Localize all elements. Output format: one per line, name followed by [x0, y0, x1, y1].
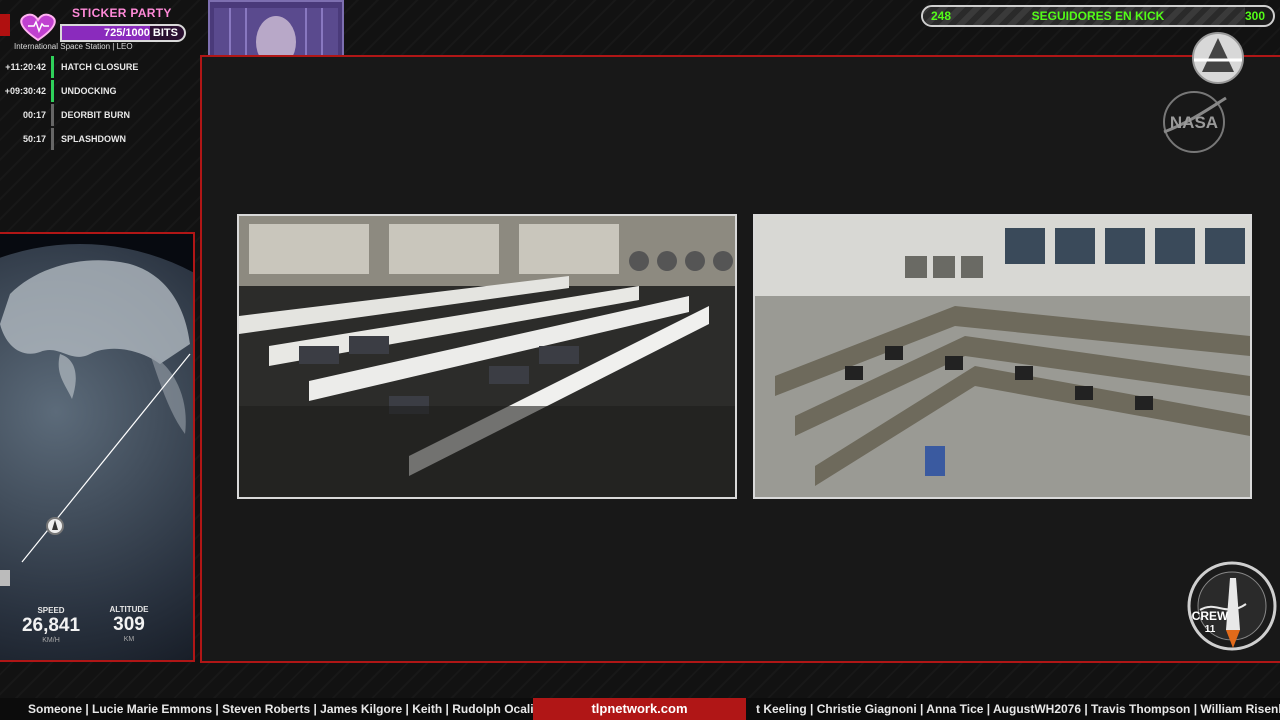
kick-followers-goal: 248 SEGUIDORES EN KICK 300	[921, 5, 1275, 27]
mission-control-feed-left	[237, 214, 737, 499]
tlp-logo-icon	[1192, 32, 1244, 84]
nasa-logo: NASA	[1160, 88, 1230, 154]
mission-control-feed-right	[753, 214, 1252, 499]
timeline-time: +09:30:42	[4, 86, 46, 96]
site-url-link[interactable]: tlpnetwork.com	[533, 698, 746, 720]
timeline-event: SPLASHDOWN	[61, 134, 126, 144]
sticker-party-title: STICKER PARTY	[72, 6, 172, 20]
timeline-status-marker	[51, 80, 54, 102]
orbit-subtitle: International Space Station | LEO	[14, 42, 133, 51]
kick-goal-label: SEGUIDORES EN KICK	[1031, 9, 1165, 23]
timeline-status-marker	[51, 128, 54, 150]
kick-end-count: 300	[1244, 9, 1265, 23]
timeline-event: DEORBIT BURN	[61, 110, 130, 120]
supporters-ticker: Someone | Lucie Marie Emmons | Steven Ro…	[0, 698, 1280, 720]
nasa-meatball-icon: NASA	[1163, 91, 1227, 153]
speed-stat: SPEED 26,841 KM/H	[14, 606, 88, 644]
crew-11-patch: CREW 11	[1186, 560, 1278, 652]
altitude-unit: KM	[123, 636, 135, 643]
bits-progress-bar: 725/1000 BITS	[60, 24, 186, 42]
ticker-names-right: t Keeling | Christie Giagnoni | Anna Tic…	[756, 702, 1280, 716]
altitude-stat: ALTITUDE 309 KM	[96, 605, 162, 643]
crew-number: 11	[1205, 624, 1216, 635]
timeline-row: +11:20:42 HATCH CLOSURE	[0, 56, 190, 80]
timeline-row: +09:30:42 UNDOCKING	[0, 80, 190, 104]
altitude-label: ALTITUDE	[109, 605, 149, 614]
timeline-status-marker	[51, 104, 54, 126]
speed-value: 26,841	[21, 615, 81, 636]
ticker-names-left: Someone | Lucie Marie Emmons | Steven Ro…	[28, 702, 541, 716]
bits-count: 725/1000 BITS	[104, 27, 178, 39]
speed-label: SPEED	[37, 606, 65, 615]
mission-control-image-left	[239, 216, 735, 497]
timeline-time: +11:20:42	[5, 62, 46, 72]
earth-globe	[0, 244, 193, 660]
mission-control-image-right	[755, 216, 1250, 497]
nasa-text: NASA	[1170, 113, 1218, 132]
mission-timeline: +11:20:42 HATCH CLOSURE +09:30:42 UNDOCKING…	[0, 56, 190, 152]
orbit-tracker-panel: SPEED 26,841 KM/H ALTITUDE 309 KM	[0, 232, 195, 662]
sticker-party-widget: STICKER PARTY 725/1000 BITS Internationa…	[8, 4, 186, 51]
timeline-event: UNDOCKING	[61, 86, 117, 96]
timeline-row: 00:17 DEORBIT BURN	[0, 104, 190, 128]
timeline-time: 00:17	[22, 110, 46, 120]
timeline-time: 50:17	[22, 134, 46, 144]
timeline-row: 50:17 SPLASHDOWN	[0, 128, 190, 152]
heart-icon	[20, 13, 56, 42]
speed-unit: KM/H	[42, 637, 60, 644]
crew-patch-icon: CREW 11	[1187, 561, 1277, 651]
timeline-event: HATCH CLOSURE	[61, 62, 139, 72]
altitude-value: 309	[113, 614, 145, 635]
crew-label: CREW	[1192, 609, 1229, 623]
timeline-status-marker	[51, 56, 54, 78]
